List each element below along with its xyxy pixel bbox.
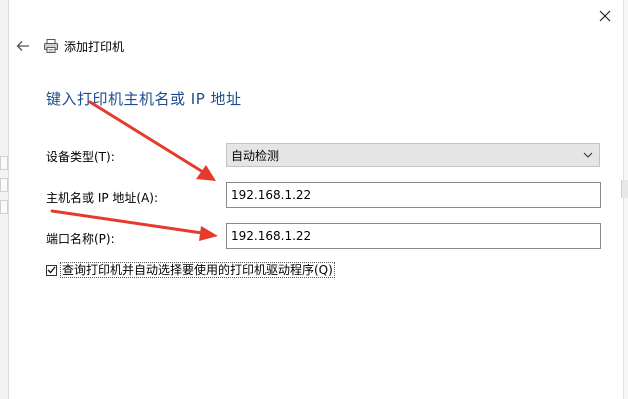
annotation-arrow	[88, 100, 216, 181]
background-window-fragment	[0, 200, 8, 214]
host-label: 主机名或 IP 地址(A):	[46, 191, 159, 205]
background-scroll-fragment	[621, 180, 628, 198]
dialog-titlebar: 添加打印机	[14, 36, 124, 56]
back-button[interactable]	[14, 37, 32, 55]
query-driver-label: 查询打印机并自动选择要使用的打印机驱动程序(Q)	[60, 262, 335, 278]
host-input[interactable]: 192.168.1.22	[226, 182, 601, 208]
query-driver-checkbox[interactable]	[46, 264, 57, 276]
printer-icon	[42, 37, 60, 55]
query-driver-option[interactable]: 查询打印机并自动选择要使用的打印机驱动程序(Q)	[46, 262, 335, 278]
chevron-down-icon	[583, 152, 593, 158]
device-type-label: 设备类型(T):	[46, 150, 115, 164]
port-input[interactable]: 192.168.1.22	[226, 223, 601, 249]
checkmark-icon	[47, 266, 56, 274]
back-arrow-icon	[16, 41, 29, 51]
close-icon	[599, 10, 611, 22]
background-window-fragment	[0, 178, 8, 192]
background-window-fragment	[0, 156, 8, 170]
device-type-select[interactable]: 自动检测	[226, 143, 600, 167]
background-window-edge-right	[623, 0, 628, 399]
device-type-value: 自动检测	[231, 148, 280, 163]
close-button[interactable]	[594, 6, 616, 26]
window-title: 添加打印机	[64, 39, 125, 54]
page-heading: 键入打印机主机名或 IP 地址	[46, 90, 242, 108]
port-label: 端口名称(P):	[46, 232, 115, 246]
